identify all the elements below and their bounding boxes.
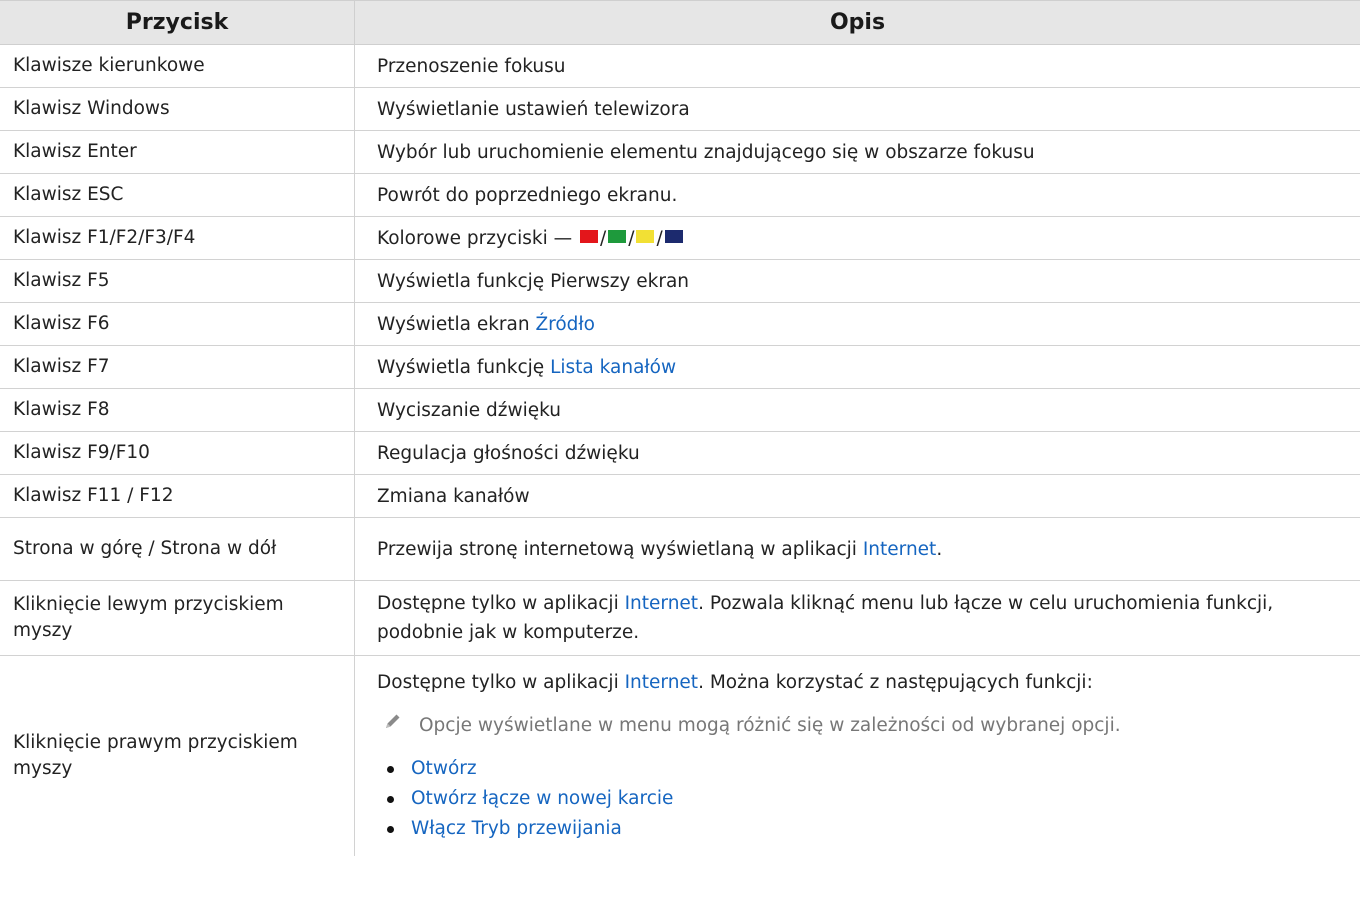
description-text: Wyświetla funkcję [377,356,551,378]
table-row: Klawisz Enter Wybór lub uruchomienie ele… [0,131,1360,174]
button-cell: Klawisz F5 [0,260,355,302]
table-row: Klawisz F1/F2/F3/F4 Kolorowe przyciski —… [0,217,1360,260]
description-cell: Regulacja głośności dźwięku [377,442,640,464]
option-list: Otwórz Otwórz łącze w nowej karcie Włącz… [377,754,1346,844]
description-text: Przewija stronę internetową wyświetlaną … [377,538,863,560]
table-row: Kliknięcie lewym przyciskiem myszy Dostę… [0,581,1360,656]
blue-square-icon [664,230,683,243]
separator: / [656,227,663,249]
button-cell: Klawisz Windows [0,88,355,130]
table-row: Klawisz Windows Wyświetlanie ustawień te… [0,88,1360,131]
description-text: Wyświetla ekran [377,313,536,335]
green-square-icon [608,230,627,243]
button-cell: Klawisz F6 [0,303,355,345]
table-row: Klawisz F6 Wyświetla ekran Źródło [0,303,1360,346]
source-link[interactable]: Źródło [535,310,595,339]
description-cell: Powrót do poprzedniego ekranu. [377,184,678,206]
header-button-col: Przycisk [0,1,355,44]
open-in-new-tab-link[interactable]: Otwórz łącze w nowej karcie [411,788,673,809]
header-description-col: Opis [829,10,886,35]
table-row: Klawisz F8 Wyciszanie dźwięku [0,389,1360,432]
table-row: Kliknięcie prawym przyciskiem myszy Dost… [0,656,1360,856]
internet-link[interactable]: Internet [863,539,936,560]
button-cell: Strona w górę / Strona w dół [0,518,355,580]
description-text: Dostępne tylko w aplikacji [377,672,625,693]
table-row: Klawisz ESC Powrót do poprzedniego ekran… [0,174,1360,217]
list-item: Otwórz [377,754,1346,784]
separator: / [628,227,635,249]
description-cell: Wyciszanie dźwięku [377,399,562,421]
button-cell: Kliknięcie prawym przyciskiem myszy [0,656,355,856]
red-square-icon [579,230,598,243]
description-text: . Można korzystać z następujących funkcj… [698,672,1093,693]
table-row: Klawisz F5 Wyświetla funkcję Pierwszy ek… [0,260,1360,303]
description-cell: Dostępne tylko w aplikacji Internet. Poz… [355,581,1360,655]
button-cell: Klawisze kierunkowe [0,45,355,87]
internet-link[interactable]: Internet [625,672,698,693]
yellow-square-icon [636,230,655,243]
table-row: Strona w górę / Strona w dół Przewija st… [0,518,1360,581]
shortcut-table: Przycisk Opis Klawisze kierunkowe Przeno… [0,0,1360,856]
description-cell: Dostępne tylko w aplikacji Internet. Moż… [355,656,1360,856]
button-cell: Klawisz F9/F10 [0,432,355,474]
pencil-icon [383,711,407,740]
button-cell: Klawisz F8 [0,389,355,431]
list-item: Otwórz łącze w nowej karcie [377,784,1346,814]
list-item: Włącz Tryb przewijania [377,814,1346,844]
description-cell: Wybór lub uruchomienie elementu znajdują… [377,141,1035,163]
button-cell: Klawisz F1/F2/F3/F4 [0,217,355,259]
description-cell: Wyświetlanie ustawień telewizora [377,98,690,120]
scroll-mode-link[interactable]: Włącz Tryb przewijania [411,818,622,839]
description-cell: Kolorowe przyciski — / / / [355,217,1360,259]
button-cell: Klawisz ESC [0,174,355,216]
table-row: Klawisz F7 Wyświetla funkcję Lista kanał… [0,346,1360,389]
table-row: Klawisz F11 / F12 Zmiana kanałów [0,475,1360,518]
button-cell: Klawisz Enter [0,131,355,173]
separator: / [599,227,607,249]
button-cell: Klawisz F7 [0,346,355,388]
description-cell: Zmiana kanałów [377,485,530,507]
description-text: Dostępne tylko w aplikacji [377,593,625,614]
description-cell: Przewija stronę internetową wyświetlaną … [355,518,1360,580]
button-cell: Klawisz F11 / F12 [0,475,355,517]
table-header: Przycisk Opis [0,0,1360,45]
button-cell: Kliknięcie lewym przyciskiem myszy [0,581,355,655]
internet-link[interactable]: Internet [625,593,698,614]
table-row: Klawisze kierunkowe Przenoszenie fokusu [0,45,1360,88]
description-cell: Przenoszenie fokusu [377,55,566,77]
note: Opcje wyświetlane w menu mogą różnić się… [377,711,1346,740]
channel-list-link[interactable]: Lista kanałów [550,353,676,382]
description-cell: Wyświetla funkcję Lista kanałów [355,346,1360,388]
note-text: Opcje wyświetlane w menu mogą różnić się… [419,715,1121,736]
description-text: . [936,538,943,560]
description-cell: Wyświetla funkcję Pierwszy ekran [377,270,690,292]
description-cell: Wyświetla ekran Źródło [355,303,1360,345]
table-row: Klawisz F9/F10 Regulacja głośności dźwię… [0,432,1360,475]
open-link[interactable]: Otwórz [411,758,477,779]
color-buttons-label: Kolorowe przyciski — [377,227,573,249]
